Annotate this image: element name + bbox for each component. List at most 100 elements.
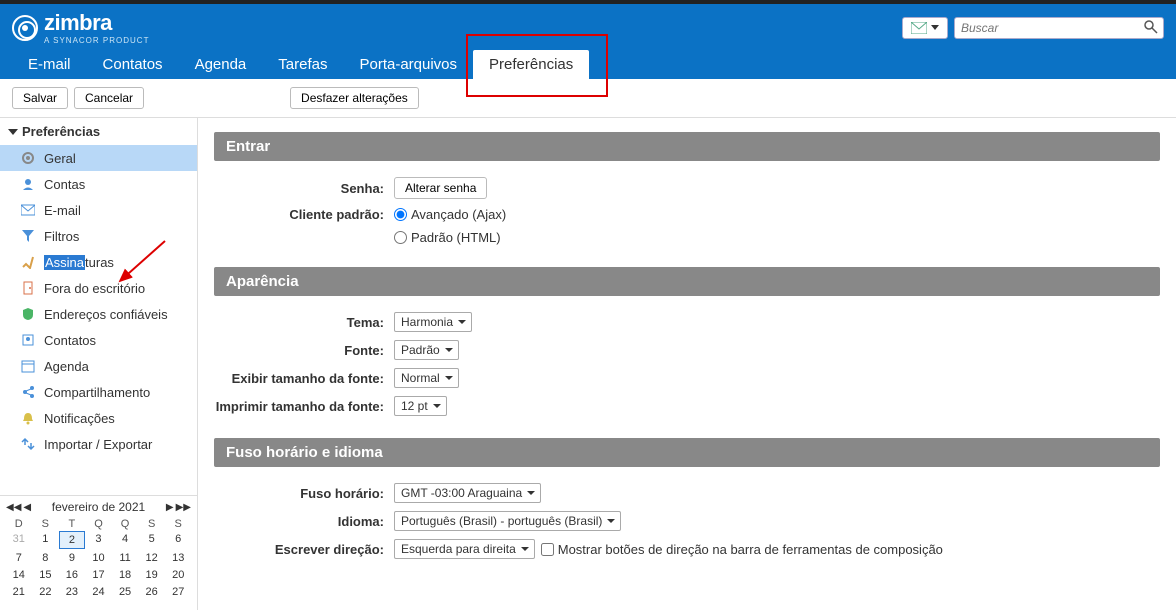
radio-input[interactable]: [394, 208, 407, 221]
calendar-day[interactable]: 18: [112, 567, 138, 583]
tab-contacts[interactable]: Contatos: [87, 50, 179, 79]
client-label: Cliente padrão:: [214, 207, 394, 222]
timezone-label: Fuso horário:: [214, 486, 394, 501]
theme-label: Tema:: [214, 315, 394, 330]
tab-briefcase[interactable]: Porta-arquivos: [343, 50, 473, 79]
print-fontsize-select[interactable]: 12 pt: [394, 396, 447, 416]
radio-input[interactable]: [394, 231, 407, 244]
calendar-day[interactable]: 2: [59, 531, 85, 549]
sidebar-item-label: Fora do escritório: [44, 281, 145, 296]
calendar-day[interactable]: 5: [139, 531, 165, 549]
tab-agenda[interactable]: Agenda: [179, 50, 263, 79]
sidebar-item-sharing[interactable]: Compartilhamento: [0, 379, 197, 405]
section-login-header: Entrar: [214, 132, 1160, 161]
calendar-day[interactable]: 7: [6, 550, 32, 566]
undo-button[interactable]: Desfazer alterações: [290, 87, 419, 109]
tab-email[interactable]: E-mail: [12, 50, 87, 79]
sidebar-item-signatures[interactable]: Assinaturas: [0, 249, 197, 275]
save-button[interactable]: Salvar: [12, 87, 68, 109]
calendar-day[interactable]: 22: [33, 584, 59, 600]
calendar-day[interactable]: 6: [165, 531, 191, 549]
calendar-header: ◀◀◀ fevereiro de 2021 ▶▶▶: [6, 500, 191, 514]
contacts-icon: [20, 332, 36, 348]
font-select[interactable]: Padrão: [394, 340, 459, 360]
calendar-day[interactable]: 9: [59, 550, 85, 566]
calendar-day[interactable]: 16: [59, 567, 85, 583]
calendar-dow: S: [33, 518, 59, 530]
calendar-day[interactable]: 17: [86, 567, 112, 583]
calendar-day[interactable]: 27: [165, 584, 191, 600]
mini-calendar: ◀◀◀ fevereiro de 2021 ▶▶▶ DSTQQSS3112345…: [0, 495, 197, 610]
calendar-day[interactable]: 11: [112, 550, 138, 566]
direction-select[interactable]: Esquerda para direita: [394, 539, 535, 559]
section-timezone-body: Fuso horário: GMT -03:00 Araguaina Idiom…: [214, 467, 1160, 567]
mail-icon: [911, 22, 927, 34]
language-select[interactable]: Português (Brasil) - português (Brasil): [394, 511, 621, 531]
cancel-button[interactable]: Cancelar: [74, 87, 144, 109]
sidebar: Preferências Geral Contas E-mail Filtros…: [0, 118, 198, 610]
section-timezone-header: Fuso horário e idioma: [214, 438, 1160, 467]
calendar-day[interactable]: 10: [86, 550, 112, 566]
direction-label: Escrever direção:: [214, 542, 394, 557]
section-appearance-header: Aparência: [214, 267, 1160, 296]
sidebar-item-general[interactable]: Geral: [0, 145, 197, 171]
search-input[interactable]: [954, 17, 1164, 39]
sidebar-item-label: Notificações: [44, 411, 115, 426]
calendar-day[interactable]: 8: [33, 550, 59, 566]
calendar-day[interactable]: 25: [112, 584, 138, 600]
calendar-day[interactable]: 24: [86, 584, 112, 600]
sidebar-item-label: Contas: [44, 177, 85, 192]
calendar-month-label[interactable]: fevereiro de 2021: [52, 500, 145, 514]
calendar-day[interactable]: 4: [112, 531, 138, 549]
sidebar-item-trusted-addresses[interactable]: Endereços confiáveis: [0, 301, 197, 327]
password-label: Senha:: [214, 181, 394, 196]
calendar-day[interactable]: 1: [33, 531, 59, 549]
calendar-day[interactable]: 12: [139, 550, 165, 566]
calendar-day[interactable]: 3: [86, 531, 112, 549]
calendar-day[interactable]: 21: [6, 584, 32, 600]
app-header: zimbra A SYNACOR PRODUCT: [0, 4, 1176, 51]
calendar-day[interactable]: 14: [6, 567, 32, 583]
calendar-prev-nav[interactable]: ◀◀◀: [6, 502, 31, 513]
calendar-day[interactable]: 31: [6, 531, 32, 549]
bell-icon: [20, 410, 36, 426]
sidebar-item-email[interactable]: E-mail: [0, 197, 197, 223]
checkbox-input[interactable]: [541, 543, 554, 556]
main-nav: E-mail Contatos Agenda Tarefas Porta-arq…: [0, 51, 1176, 79]
client-advanced-radio[interactable]: Avançado (Ajax): [394, 207, 506, 222]
chevron-down-icon: [931, 25, 939, 31]
direction-buttons-checkbox[interactable]: Mostrar botões de direção na barra de fe…: [541, 542, 943, 557]
zimbra-icon: [12, 15, 38, 41]
display-fontsize-select[interactable]: Normal: [394, 368, 459, 388]
sidebar-item-contacts[interactable]: Contatos: [0, 327, 197, 353]
search-icon[interactable]: [1144, 20, 1158, 34]
door-icon: [20, 280, 36, 296]
change-password-button[interactable]: Alterar senha: [394, 177, 487, 199]
calendar-day[interactable]: 13: [165, 550, 191, 566]
search-type-dropdown[interactable]: [902, 17, 948, 39]
sidebar-item-accounts[interactable]: Contas: [0, 171, 197, 197]
sidebar-item-label: Assinaturas: [44, 255, 114, 270]
tab-preferences[interactable]: Preferências: [473, 50, 589, 79]
tab-tasks[interactable]: Tarefas: [262, 50, 343, 79]
sidebar-item-calendar[interactable]: Agenda: [0, 353, 197, 379]
chevron-down-icon: [8, 127, 18, 137]
calendar-day[interactable]: 26: [139, 584, 165, 600]
calendar-day[interactable]: 15: [33, 567, 59, 583]
timezone-select[interactable]: GMT -03:00 Araguaina: [394, 483, 541, 503]
calendar-day[interactable]: 23: [59, 584, 85, 600]
sidebar-item-notifications[interactable]: Notificações: [0, 405, 197, 431]
sidebar-item-filters[interactable]: Filtros: [0, 223, 197, 249]
calendar-day[interactable]: 19: [139, 567, 165, 583]
client-standard-radio[interactable]: Padrão (HTML): [394, 230, 501, 245]
sidebar-item-label: Compartilhamento: [44, 385, 150, 400]
sidebar-scroll[interactable]: Preferências Geral Contas E-mail Filtros…: [0, 118, 197, 495]
calendar-next-nav[interactable]: ▶▶▶: [166, 502, 191, 513]
theme-select[interactable]: Harmonia: [394, 312, 472, 332]
display-fontsize-label: Exibir tamanho da fonte:: [214, 371, 394, 386]
sidebar-header[interactable]: Preferências: [0, 118, 197, 145]
sidebar-item-import-export[interactable]: Importar / Exportar: [0, 431, 197, 457]
calendar-day[interactable]: 20: [165, 567, 191, 583]
content-pane[interactable]: Entrar Senha: Alterar senha Cliente padr…: [198, 118, 1176, 610]
sidebar-item-out-of-office[interactable]: Fora do escritório: [0, 275, 197, 301]
